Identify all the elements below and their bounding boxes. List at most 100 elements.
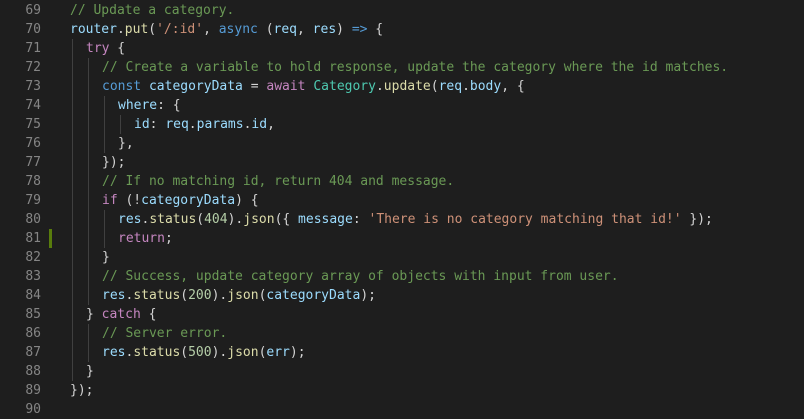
code-text[interactable]: }, <box>118 134 134 153</box>
git-modified-marker[interactable] <box>49 229 52 248</box>
code-token: // Update a category. <box>70 3 235 18</box>
line-number: 84 <box>25 288 41 303</box>
code-line[interactable]: 77}); <box>0 153 804 172</box>
code-text[interactable]: // If no matching id, return 404 and mes… <box>102 172 454 191</box>
code-line[interactable]: 72 // Create a variable to hold response,… <box>0 58 804 77</box>
indent-guide <box>72 77 73 96</box>
code-line[interactable]: 74 where: { <box>0 96 804 115</box>
code-editor[interactable]: 69// Update a category. 70 router.put('/:i… <box>0 0 804 417</box>
code-token: . <box>188 117 197 132</box>
indent-guide <box>88 267 89 286</box>
code-text[interactable]: // Success, update category array of obj… <box>102 267 619 286</box>
code-text[interactable]: router.put('/:id', async (req, res) => { <box>70 20 383 39</box>
code-text[interactable]: try { <box>86 39 125 58</box>
code-text[interactable]: } <box>86 362 94 381</box>
code-line[interactable]: 81 return; <box>0 229 804 248</box>
code-token: : <box>352 212 369 227</box>
code-text[interactable]: // Server error. <box>102 324 227 343</box>
code-token: update <box>383 79 431 94</box>
code-text[interactable]: // Update a category. <box>70 1 234 20</box>
indent-guide <box>88 77 89 96</box>
code-token: where <box>118 98 158 113</box>
indent-guide <box>72 305 73 324</box>
code-text[interactable]: const categoryData = await Category.upda… <box>102 77 525 96</box>
code-line[interactable]: 87 res.status(500).json(err); <box>0 343 804 362</box>
code-line[interactable]: 78 // If no matching id, return 404 and m… <box>0 172 804 191</box>
indent-guide <box>88 343 89 362</box>
code-token: 500 <box>188 345 212 360</box>
code-line[interactable]: 79 if (!categoryData) { <box>0 191 804 210</box>
code-text[interactable]: // Create a variable to hold response, u… <box>102 58 728 77</box>
indent-guide <box>104 115 105 134</box>
line-number: 76 <box>25 136 41 151</box>
code-line[interactable]: 75 id: req.params.id, <box>0 115 804 134</box>
code-token: 'There is no category matching that id!' <box>368 212 682 227</box>
code-line[interactable]: 76}, <box>0 134 804 153</box>
code-text[interactable]: res.status(404).json({ message: 'There i… <box>118 210 713 229</box>
code-token: categoryData <box>148 79 243 94</box>
code-text[interactable]: res.status(200).json(categoryData); <box>102 286 376 305</box>
code-line[interactable]: 86 // Server error. <box>0 324 804 343</box>
indent-guide <box>72 343 73 362</box>
code-token: catch <box>101 307 141 322</box>
code-text[interactable]: } <box>102 248 110 267</box>
indent-guide <box>72 172 73 191</box>
code-line[interactable]: 82} <box>0 248 804 267</box>
code-line[interactable]: 80 res.status(404).json({ message: 'There… <box>0 210 804 229</box>
code-text[interactable]: res.status(500).json(err); <box>102 343 306 362</box>
code-token: . <box>116 22 125 37</box>
indent-guide <box>72 267 73 286</box>
code-token: res <box>102 345 126 360</box>
indent-guide <box>72 362 73 381</box>
code-text[interactable]: }); <box>102 153 125 172</box>
line-number: 77 <box>25 155 41 170</box>
code-line[interactable]: 84 res.status(200).json(categoryData); <box>0 286 804 305</box>
code-token: ). <box>211 288 228 303</box>
code-token: json <box>227 345 259 360</box>
code-token: { <box>109 41 126 56</box>
code-text[interactable]: return; <box>118 229 173 248</box>
indent-guide <box>72 191 73 210</box>
indent-guide <box>88 58 89 77</box>
code-text[interactable]: where: { <box>118 96 181 115</box>
code-token: }); <box>70 383 94 398</box>
code-token: . <box>375 79 384 94</box>
code-line[interactable]: 83 // Success, update category array of o… <box>0 267 804 286</box>
code-line[interactable]: 88} <box>0 362 804 381</box>
code-line[interactable]: 89}); <box>0 381 804 400</box>
code-token: body <box>469 79 502 94</box>
indent-guide <box>88 191 89 210</box>
code-line[interactable]: 90 <box>0 400 804 419</box>
code-text[interactable]: } catch { <box>86 305 156 324</box>
code-token: ; <box>164 231 173 246</box>
line-number: 85 <box>25 307 41 322</box>
code-line[interactable]: 85 } catch { <box>0 305 804 324</box>
code-line[interactable]: 71 try { <box>0 39 804 58</box>
code-token: put <box>124 22 149 37</box>
code-token: } <box>86 364 94 379</box>
code-text[interactable]: id: req.params.id, <box>134 115 275 134</box>
code-token: ( <box>180 345 189 360</box>
code-token: = <box>242 79 267 94</box>
code-line[interactable]: 73 const categoryData = await Category.up… <box>0 77 804 96</box>
code-token: ); <box>360 288 376 303</box>
code-text[interactable]: }); <box>70 381 93 400</box>
code-text[interactable]: if (!categoryData) { <box>102 191 259 210</box>
line-number: 70 <box>25 22 41 37</box>
code-line[interactable]: 69 // Update a category. <box>0 1 804 20</box>
code-token: ( <box>430 79 439 94</box>
code-token: // If no matching id, return 404 and mes… <box>102 174 455 189</box>
indent-guide <box>88 153 89 172</box>
code-token: Category <box>313 79 376 94</box>
line-number: 75 <box>25 117 41 132</box>
code-line[interactable]: 70 router.put('/:id', async (req, res) =>… <box>0 20 804 39</box>
code-token: ( <box>180 288 189 303</box>
indent-guide <box>72 324 73 343</box>
line-number: 88 <box>25 364 41 379</box>
code-token: => <box>351 22 368 37</box>
code-token: // Success, update category array of obj… <box>102 269 619 284</box>
code-token: ( <box>196 212 205 227</box>
code-lines[interactable]: 69// Update a category. 70 router.put('/:i… <box>0 0 804 417</box>
line-number: 81 <box>25 231 41 246</box>
code-token: ). <box>227 212 244 227</box>
